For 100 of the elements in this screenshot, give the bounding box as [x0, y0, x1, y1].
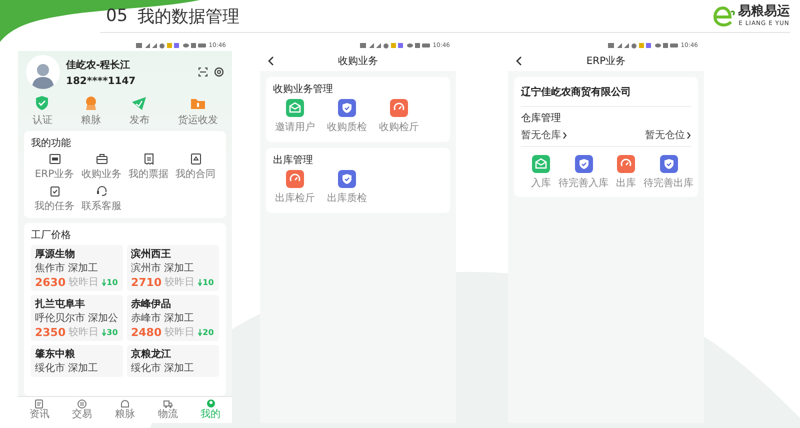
- shield-check-icon[interactable]: [338, 170, 356, 188]
- factory-city: 赤峰市: [131, 312, 161, 325]
- factory-type: 深加工: [164, 312, 194, 325]
- tile-label: 邀请用户: [275, 120, 315, 134]
- settings-icon[interactable]: [214, 67, 224, 77]
- gauge-icon[interactable]: [286, 170, 304, 188]
- chevron-right-icon: [687, 132, 691, 138]
- change-value: 30: [106, 328, 118, 336]
- factory-city: 绥化市: [35, 362, 65, 375]
- chevron-right-icon: [563, 132, 567, 138]
- function-label: 我的票据: [128, 168, 168, 181]
- factory-type: 深加工: [164, 262, 194, 275]
- company-name: 辽宁佳屹农商贸有限公司: [521, 85, 632, 100]
- briefcase-icon[interactable]: [96, 153, 108, 165]
- change-value: 10: [106, 278, 118, 286]
- tile-label: 入库: [531, 176, 551, 190]
- factory-type: 深加工: [68, 362, 98, 375]
- down-arrow-icon: [198, 278, 202, 286]
- section-title: 收购业务管理: [273, 82, 334, 96]
- factory-type: 深加工: [164, 362, 194, 375]
- tile-label: 出库检斤: [275, 192, 315, 205]
- price-value: 2480: [131, 326, 162, 338]
- clipboard-check-icon[interactable]: [48, 185, 60, 197]
- screen-title: ERP业务: [586, 54, 626, 68]
- gauge-icon[interactable]: [390, 99, 408, 117]
- shortcut-label: 认证: [32, 114, 52, 127]
- user-name: 佳屹农-程长江: [66, 58, 132, 72]
- factory-city: 滨州市: [131, 262, 161, 275]
- contract-icon[interactable]: [190, 153, 202, 165]
- factory-city: 呼伦贝尔市: [35, 312, 85, 325]
- factory-price-card[interactable]: 肇东中粮 绥化市 深加工: [31, 345, 123, 377]
- page-title: 我的数据管理: [138, 6, 240, 28]
- factory-name: 肇东中粮: [35, 347, 76, 361]
- nav-tab[interactable]: 粮脉: [114, 399, 135, 420]
- nav-tab[interactable]: 交易: [72, 399, 92, 420]
- section-number: 05: [106, 6, 128, 26]
- factory-name: 京粮龙江: [131, 347, 172, 361]
- headset-icon[interactable]: [96, 185, 108, 197]
- card-title: 我的功能: [31, 136, 72, 150]
- change-label: 较昨日: [68, 326, 99, 339]
- function-label: 我的任务: [34, 200, 74, 213]
- factory-name: 扎兰屯阜丰: [35, 298, 86, 311]
- factory-name: 赤峰伊品: [131, 298, 172, 311]
- price-value: 2630: [35, 276, 66, 288]
- user-icon: [206, 399, 216, 409]
- change-value: 20: [202, 328, 214, 336]
- tile-label: 收购质检: [327, 120, 367, 134]
- user-phone: 182****1147: [66, 76, 137, 86]
- function-label: 联系客服: [82, 200, 122, 213]
- shield-check-icon[interactable]: [660, 155, 678, 173]
- shortcut-label: 货运收发: [178, 114, 218, 127]
- status-bar-drawing: [360, 42, 430, 48]
- factory-type: 深加工: [68, 262, 98, 275]
- function-label: ERP业务: [34, 168, 74, 181]
- logo-name: 易粮易运: [738, 5, 790, 20]
- factory-price-card[interactable]: 滨州西王 滨州市 深加工 2710 较昨日 10: [127, 245, 219, 291]
- function-label: 我的合同: [176, 168, 216, 181]
- location-link[interactable]: 暂无仓位: [645, 128, 691, 142]
- shield-check-icon[interactable]: [574, 155, 592, 173]
- factory-type: 深加公: [88, 312, 118, 325]
- tile-label: 待完善入库: [558, 176, 608, 190]
- shield-check-icon[interactable]: [338, 99, 356, 117]
- avatar-silhouette: [26, 55, 60, 89]
- receipt-icon[interactable]: [142, 153, 154, 165]
- tile-label: 出库质检: [327, 192, 367, 205]
- tile-label: 待完善出库: [644, 176, 694, 190]
- price-value: 2710: [131, 276, 162, 288]
- erp-document-icon[interactable]: [48, 153, 60, 165]
- factory-city: 绥化市: [131, 362, 161, 375]
- envelope-icon[interactable]: [286, 99, 304, 117]
- scan-icon[interactable]: [198, 67, 208, 77]
- tile-label: 出库: [616, 176, 636, 190]
- factory-price-card[interactable]: 厚源生物 焦作市 深加工 2630 较昨日 10: [31, 245, 123, 291]
- shield-check-icon[interactable]: [34, 95, 50, 111]
- factory-price-card[interactable]: 扎兰屯阜丰 呼伦贝尔市 深加公 2350 较昨日 30: [31, 295, 123, 341]
- tile-label: 收购检斤: [379, 120, 419, 134]
- factory-price-card[interactable]: 京粮龙江 绥化市 深加工: [127, 345, 219, 377]
- status-bar-drawing: [608, 42, 678, 48]
- down-arrow-icon: [198, 328, 202, 336]
- gauge-icon[interactable]: [617, 155, 635, 173]
- factory-name: 滨州西王: [131, 247, 172, 261]
- status-bar-drawing: [136, 42, 206, 48]
- nav-tab[interactable]: 物流: [158, 399, 178, 420]
- nav-tab[interactable]: 资讯: [29, 399, 50, 420]
- change-label: 较昨日: [164, 276, 195, 289]
- exchange-icon: [77, 399, 88, 409]
- factory-name: 厚源生物: [35, 248, 76, 261]
- shortcut-label: 发布: [129, 114, 150, 127]
- warehouse-link[interactable]: 暂无仓库: [521, 128, 567, 142]
- paper-plane-icon[interactable]: [131, 95, 148, 111]
- screen-title: 收购业务: [338, 54, 378, 68]
- shortcut-label: 粮脉: [80, 114, 101, 127]
- down-arrow-icon: [102, 328, 106, 336]
- price-value: 2350: [35, 326, 66, 338]
- change-label: 较昨日: [164, 326, 195, 339]
- function-label: 收购业务: [82, 168, 122, 181]
- change-value: 10: [202, 278, 214, 286]
- factory-price-card[interactable]: 赤峰伊品 赤峰市 深加工 2480 较昨日 20: [127, 295, 219, 341]
- section-title: 仓库管理: [521, 112, 562, 125]
- envelope-icon[interactable]: [532, 155, 550, 173]
